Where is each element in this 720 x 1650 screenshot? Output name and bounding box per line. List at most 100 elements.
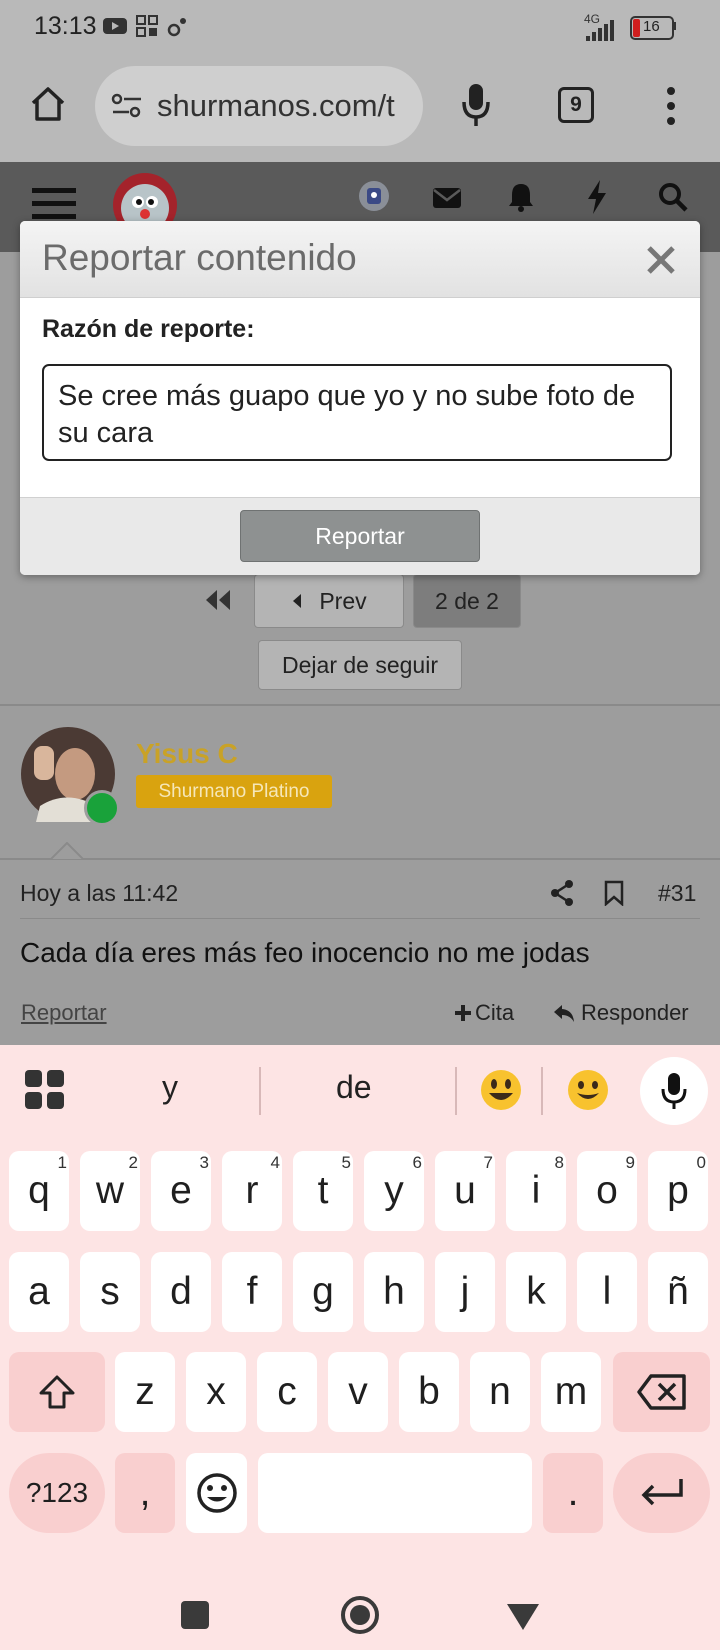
mail-icon[interactable] [432, 186, 462, 210]
close-icon[interactable] [646, 245, 676, 275]
microphone-icon [661, 1073, 687, 1109]
apps-grid-icon[interactable] [25, 1070, 65, 1110]
key-g[interactable]: g [293, 1252, 353, 1332]
key-j[interactable]: j [435, 1252, 495, 1332]
quote-button[interactable]: Cita [454, 1000, 514, 1026]
post-number[interactable]: #31 [658, 880, 696, 907]
key-u[interactable]: u7 [435, 1151, 495, 1231]
key-label: h [383, 1270, 405, 1313]
key-i[interactable]: i8 [506, 1151, 566, 1231]
reply-icon [554, 1005, 574, 1022]
key-w[interactable]: w2 [80, 1151, 140, 1231]
period-label: . [567, 1471, 579, 1514]
user-avatar-icon[interactable] [358, 180, 390, 212]
voice-input-button[interactable] [640, 1057, 708, 1125]
status-time: 13:13 [34, 12, 97, 40]
tab-switcher-button[interactable]: 9 [558, 87, 594, 123]
unfollow-button[interactable]: Dejar de seguir [258, 640, 462, 690]
key-label: r [245, 1169, 259, 1212]
key-r[interactable]: r4 [222, 1151, 282, 1231]
key-k[interactable]: k [506, 1252, 566, 1332]
first-page-icon[interactable] [204, 588, 232, 612]
key-t[interactable]: t5 [293, 1151, 353, 1231]
youtube-icon [103, 18, 127, 34]
share-icon[interactable] [550, 880, 574, 906]
key-a[interactable]: a [9, 1252, 69, 1332]
key-ñ[interactable]: ñ [648, 1252, 708, 1332]
key-l[interactable]: l [577, 1252, 637, 1332]
key-p[interactable]: p0 [648, 1151, 708, 1231]
signal-icon [586, 20, 614, 41]
battery-level: 16 [643, 18, 660, 35]
home-icon[interactable] [28, 84, 68, 124]
key-e[interactable]: e3 [151, 1151, 211, 1231]
online-indicator [84, 790, 120, 826]
key-q[interactable]: q1 [9, 1151, 69, 1231]
report-submit-button[interactable]: Reportar [240, 510, 480, 562]
key-label: p [667, 1169, 689, 1212]
key-hint: 6 [412, 1153, 422, 1172]
key-label: m [554, 1370, 588, 1413]
key-v[interactable]: v [328, 1352, 388, 1432]
shift-icon [39, 1375, 75, 1409]
key-s[interactable]: s [80, 1252, 140, 1332]
reason-textarea[interactable]: Se cree más guapo que yo y no sube foto … [42, 364, 672, 461]
current-page-label: 2 de 2 [435, 587, 499, 614]
backspace-key[interactable] [613, 1352, 710, 1432]
key-h[interactable]: h [364, 1252, 424, 1332]
symbols-key[interactable]: ?123 [9, 1453, 105, 1533]
search-icon[interactable] [658, 182, 688, 212]
shift-key[interactable] [9, 1352, 105, 1432]
suggestion-1[interactable]: y [162, 1069, 178, 1106]
key-label: l [602, 1270, 612, 1313]
key-f[interactable]: f [222, 1252, 282, 1332]
key-label: ñ [667, 1270, 689, 1313]
post-timestamp[interactable]: Hoy a las 11:42 [20, 880, 178, 907]
key-label: i [531, 1169, 541, 1212]
tab-count: 9 [570, 93, 582, 116]
key-o[interactable]: o9 [577, 1151, 637, 1231]
divider [20, 918, 700, 919]
report-link[interactable]: Reportar [21, 1000, 107, 1026]
microphone-icon[interactable] [460, 82, 492, 128]
emoji-key[interactable] [186, 1453, 247, 1533]
suggestion-2[interactable]: de [336, 1069, 372, 1106]
reply-button[interactable]: Responder [552, 1000, 689, 1026]
key-n[interactable]: n [470, 1352, 530, 1432]
url-text[interactable]: shurmanos.com/t [157, 88, 412, 124]
emoji-suggestion-grin-icon[interactable] [480, 1069, 522, 1111]
key-c[interactable]: c [257, 1352, 317, 1432]
url-bar[interactable]: shurmanos.com/t [95, 66, 423, 146]
lightning-icon[interactable] [586, 180, 608, 214]
key-label: o [596, 1169, 618, 1212]
key-z[interactable]: z [115, 1352, 175, 1432]
nav-back-button[interactable] [506, 1603, 540, 1631]
key-label: w [95, 1169, 125, 1212]
key-label: b [418, 1370, 440, 1413]
period-key[interactable]: . [543, 1453, 603, 1533]
status-bar: 13:13 4G 16 [0, 0, 720, 54]
key-x[interactable]: x [186, 1352, 246, 1432]
key-m[interactable]: m [541, 1352, 601, 1432]
key-b[interactable]: b [399, 1352, 459, 1432]
prev-page-label: Prev [319, 587, 367, 614]
space-key[interactable] [258, 1453, 532, 1533]
prev-page-button[interactable]: Prev [254, 574, 404, 628]
comma-key[interactable]: , [115, 1453, 175, 1533]
bookmark-icon[interactable] [604, 880, 624, 906]
key-y[interactable]: y6 [364, 1151, 424, 1231]
emoji-icon [196, 1473, 237, 1513]
bell-icon[interactable] [508, 182, 534, 212]
symbols-label: ?123 [25, 1477, 89, 1508]
divider [259, 1067, 261, 1115]
emoji-suggestion-smile-icon[interactable] [567, 1069, 609, 1111]
key-d[interactable]: d [151, 1252, 211, 1332]
key-label: z [135, 1370, 155, 1413]
site-settings-icon[interactable] [111, 92, 143, 120]
author-name[interactable]: Yisus C [136, 738, 238, 770]
enter-key[interactable] [613, 1453, 710, 1533]
nav-home-button[interactable] [340, 1595, 380, 1635]
nav-recents-button[interactable] [181, 1601, 209, 1629]
more-options-icon[interactable] [664, 86, 678, 126]
menu-icon[interactable] [32, 186, 76, 222]
